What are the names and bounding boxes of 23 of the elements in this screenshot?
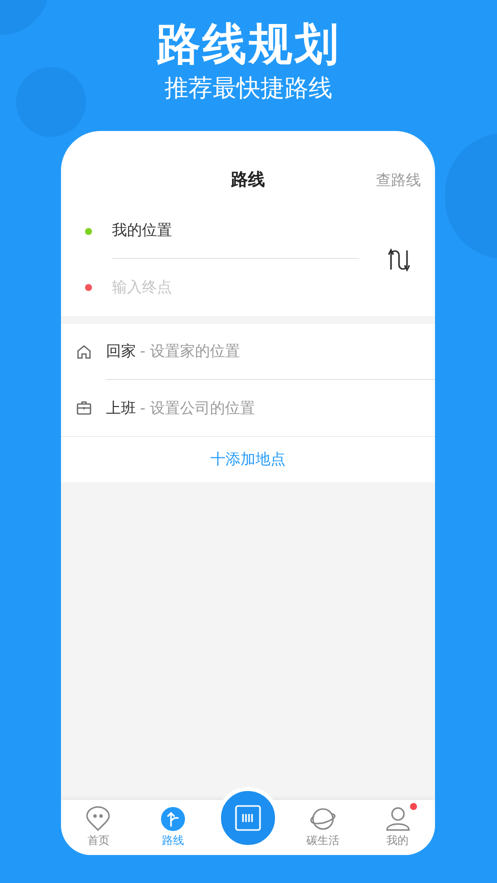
briefcase-icon [76, 400, 92, 416]
place-item[interactable]: 回家 - 设置家的位置 [61, 324, 435, 380]
place-name: 回家 [106, 341, 136, 362]
person-icon [384, 806, 411, 832]
find-route-link[interactable]: 查路线 [376, 167, 421, 193]
home-icon [76, 344, 92, 360]
tab-item[interactable]: 我的 [360, 800, 435, 855]
add-place-link[interactable]: 十添加地点 [210, 448, 286, 471]
place-item[interactable]: 上班 - 设置公司的位置 [61, 380, 435, 436]
tab-item[interactable]: 路线 [136, 800, 211, 855]
destination-field[interactable]: 输入终点 [112, 267, 359, 307]
promo-title: 路线规划 [156, 18, 340, 72]
place-hint: - 设置家的位置 [140, 341, 240, 362]
origin-field[interactable]: 我的位置 [112, 203, 359, 259]
promo-subtitle: 推荐最快捷路线 [164, 73, 332, 104]
scan-icon [234, 805, 261, 831]
place-hint: - 设置公司的位置 [140, 398, 256, 419]
place-name: 上班 [106, 398, 136, 419]
screen-title: 路线 [231, 169, 265, 192]
tab-item[interactable]: 碳生活 [285, 800, 360, 855]
route-icon [160, 806, 186, 832]
map-pin-icon [85, 806, 112, 832]
tab-item[interactable]: 首页 [61, 800, 136, 855]
